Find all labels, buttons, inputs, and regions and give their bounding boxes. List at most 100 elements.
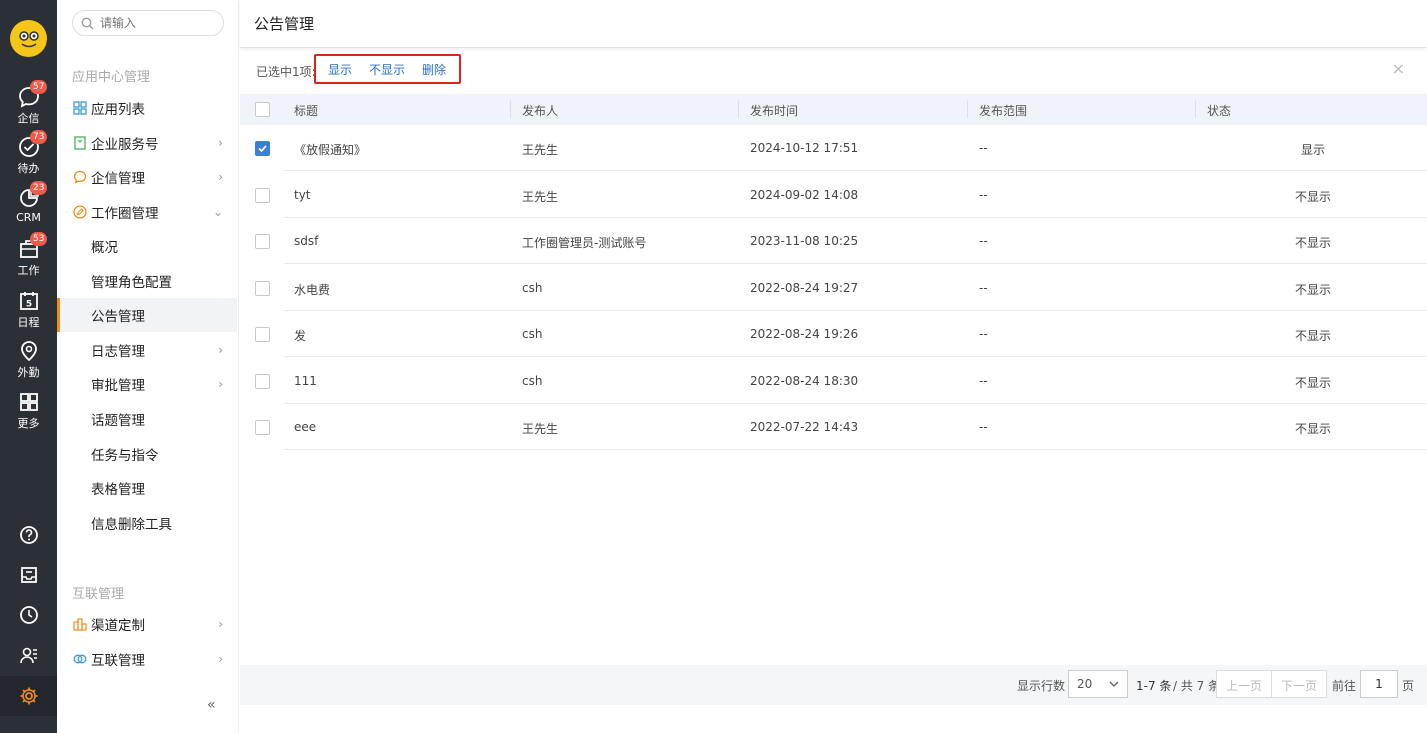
close-icon[interactable]: ×: [1392, 59, 1405, 78]
calendar-day: 5: [25, 300, 31, 310]
rail-item-chat[interactable]: 企信 57: [0, 80, 57, 126]
cell-scope: --: [979, 234, 988, 248]
row-checkbox[interactable]: [255, 280, 270, 296]
row-checkbox[interactable]: [255, 234, 270, 249]
section-title-interconnect: 互联管理: [72, 587, 125, 602]
select-all-checkbox[interactable]: [255, 102, 270, 117]
calendar-icon: 5: [19, 292, 38, 310]
link-rings-icon: [73, 652, 87, 666]
cell-publisher: csh: [522, 373, 543, 388]
prev-page-button[interactable]: 上一页: [1216, 670, 1273, 698]
chevron-right-icon: ›: [218, 343, 223, 357]
help-button[interactable]: [0, 525, 57, 549]
help-icon: [19, 526, 38, 544]
hide-button[interactable]: 不显示: [369, 61, 405, 78]
building-icon: [73, 617, 87, 631]
sidebar-item-tables[interactable]: 表格管理: [57, 471, 237, 505]
column-header[interactable]: 发布范围: [979, 102, 1027, 119]
cell-time: 2022-08-24 18:30: [750, 373, 859, 388]
history-button[interactable]: [0, 605, 57, 629]
table-row[interactable]: 《放假通知》 王先生 2024-10-12 17:51 -- 显示: [240, 125, 1427, 171]
cell-scope: --: [979, 187, 988, 202]
cell-status: 不显示: [1294, 422, 1331, 436]
sidebar-search[interactable]: [72, 10, 224, 36]
table-row[interactable]: 111 csh 2022-08-24 18:30 -- 不显示: [240, 358, 1427, 404]
sidebar-item-label: 工作圈管理: [91, 206, 159, 222]
sidebar-item-service-account[interactable]: 企业服务号 ›: [57, 126, 237, 160]
page-unit-label: 页: [1402, 679, 1415, 693]
chevron-down-icon: ⌄: [212, 205, 223, 219]
row-checkbox[interactable]: [255, 420, 270, 435]
total-count: / 共 7 条: [1173, 679, 1221, 693]
cell-title: 《放假通知》: [294, 143, 367, 157]
next-page-button[interactable]: 下一页: [1271, 670, 1328, 698]
settings-button[interactable]: [0, 676, 57, 716]
inbox-button[interactable]: [0, 565, 57, 589]
cell-scope: --: [979, 327, 988, 341]
table-header: 标题 发布人 发布时间 发布范围 状态: [240, 94, 1427, 125]
unread-badge: 57: [30, 80, 48, 94]
contacts-button[interactable]: [0, 645, 57, 669]
cell-status: 不显示: [1294, 329, 1331, 343]
column-header[interactable]: 状态: [1207, 102, 1231, 119]
column-header[interactable]: 标题: [294, 102, 318, 119]
inbox-icon: [20, 567, 37, 583]
table-row[interactable]: sdsf 工作圈管理员-测试账号 2023-11-08 10:25 -- 不显示: [240, 218, 1427, 264]
page-size-select[interactable]: 20: [1068, 670, 1128, 698]
selection-count: 已选中1项:: [256, 65, 316, 79]
sidebar-item-roles[interactable]: 管理角色配置: [57, 264, 237, 298]
sidebar-item-channel[interactable]: 渠道定制 ›: [57, 607, 237, 641]
sidebar-item-overview[interactable]: 概况: [57, 229, 237, 263]
pencil-circle-icon: [73, 205, 87, 219]
cell-publisher: csh: [522, 327, 543, 341]
rail-item-field[interactable]: 外勤: [0, 340, 57, 380]
row-checkbox[interactable]: [255, 187, 270, 203]
sidebar-item-approvals[interactable]: 审批管理 ›: [57, 367, 237, 401]
cell-title: 111: [294, 373, 317, 388]
sidebar-item-messaging[interactable]: 企信管理 ›: [57, 160, 237, 194]
table-row[interactable]: 发 csh 2022-08-24 19:26 -- 不显示: [240, 311, 1427, 357]
column-header[interactable]: 发布人: [522, 102, 558, 119]
user-list-icon: [19, 647, 37, 664]
row-checkbox[interactable]: [255, 141, 270, 156]
table-row[interactable]: eee 王先生 2022-07-22 14:43 -- 不显示: [240, 404, 1427, 450]
rail-item-todo[interactable]: 待办 73: [0, 130, 57, 176]
bookmark-icon: [73, 136, 87, 150]
cell-time: 2023-11-08 10:25: [750, 234, 859, 248]
rail-label: 待办: [17, 162, 40, 175]
app-logo[interactable]: [10, 20, 47, 57]
sidebar-item-label: 信息删除工具: [91, 517, 172, 533]
sidebar-item-tasks[interactable]: 任务与指令: [57, 437, 237, 471]
page-range: 1-7 条: [1136, 679, 1172, 693]
delete-button[interactable]: 删除: [422, 61, 446, 78]
show-button[interactable]: 显示: [328, 61, 352, 78]
rail-item-more[interactable]: 更多: [0, 391, 57, 431]
sidebar-item-delete-tool[interactable]: 信息删除工具: [57, 506, 237, 540]
search-input[interactable]: [100, 16, 210, 30]
cell-time: 2024-09-02 14:08: [750, 187, 859, 202]
rail-label: CRM: [16, 211, 41, 224]
sidebar-item-interconnect[interactable]: 互联管理 ›: [57, 642, 237, 676]
row-checkbox[interactable]: [255, 327, 270, 342]
sidebar-item-label: 概况: [91, 240, 118, 256]
table-row[interactable]: tyt 王先生 2024-09-02 14:08 -- 不显示: [240, 172, 1427, 218]
sidebar-item-topics[interactable]: 话题管理: [57, 402, 237, 436]
sidebar-item-logs[interactable]: 日志管理 ›: [57, 333, 237, 367]
rail-item-calendar[interactable]: 5 日程: [0, 290, 57, 330]
page-number-input[interactable]: 1: [1360, 670, 1398, 698]
row-checkbox[interactable]: [255, 373, 270, 389]
rail-item-crm[interactable]: CRM 23: [0, 181, 57, 224]
sidebar-item-announcements[interactable]: 公告管理: [57, 298, 237, 332]
sidebar-item-workcircle[interactable]: 工作圈管理 ⌄: [57, 195, 237, 229]
page-size-value: 20: [1077, 677, 1093, 691]
column-divider: [510, 100, 511, 118]
sidebar-item-label: 互联管理: [91, 653, 145, 669]
sidebar-item-label: 审批管理: [91, 378, 145, 394]
collapse-sidebar-button[interactable]: «: [207, 697, 216, 713]
table-row[interactable]: 水电费 csh 2022-08-24 19:27 -- 不显示: [240, 265, 1427, 311]
rail-item-work[interactable]: 工作 53: [0, 232, 57, 278]
bulk-action-bar: 已选中1项: 显示 不显示 删除 ×: [240, 52, 1427, 88]
sidebar-item-app-list[interactable]: 应用列表: [57, 91, 237, 125]
sidebar-item-label: 任务与指令: [91, 448, 159, 464]
column-header[interactable]: 发布时间: [750, 102, 798, 119]
